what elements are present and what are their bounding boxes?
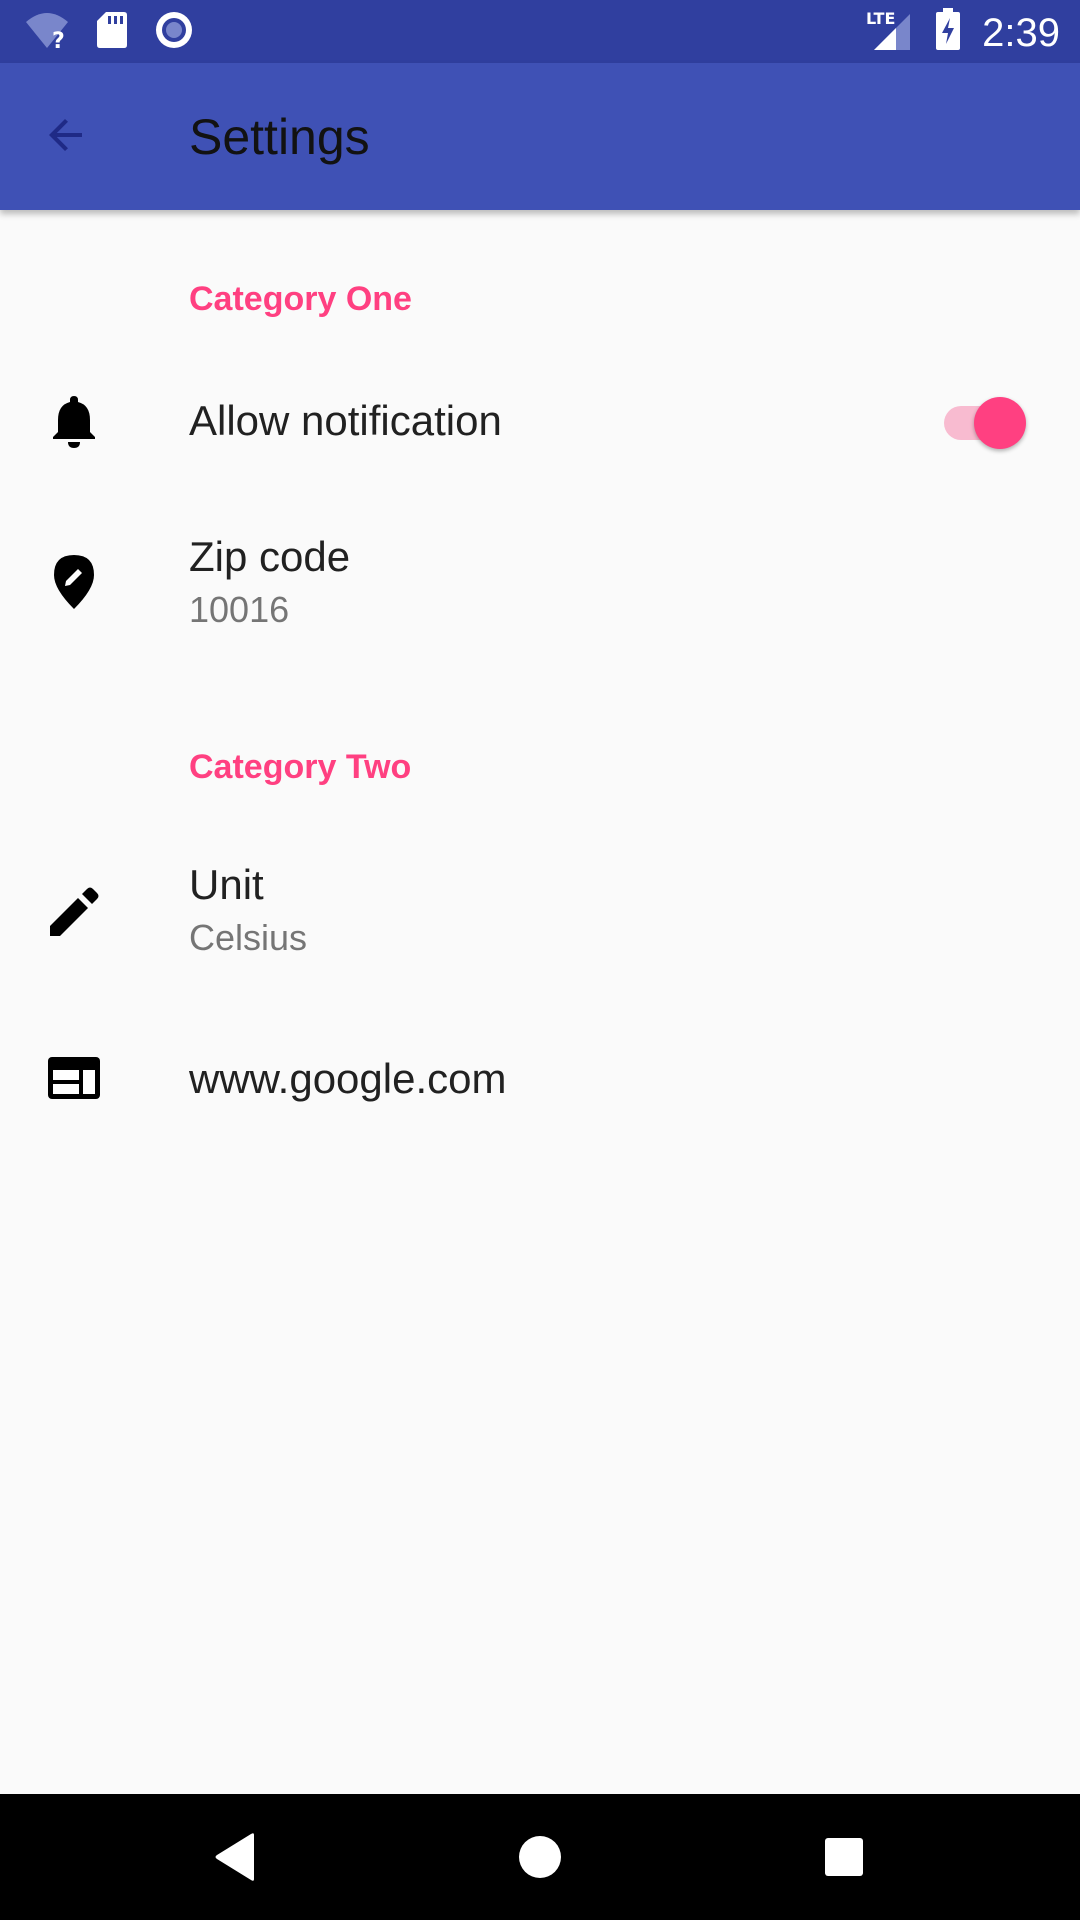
wifi-unknown-icon: ? (24, 10, 70, 55)
pencil-icon (44, 882, 104, 942)
pref-title: www.google.com (189, 1055, 507, 1102)
status-time: 2:39 (982, 10, 1060, 55)
category-two-title: Category Two (189, 748, 412, 786)
notification-switch[interactable] (944, 390, 1028, 450)
pref-unit[interactable]: Unit Celsius (0, 838, 1080, 988)
pref-website[interactable]: www.google.com (0, 1018, 1080, 1138)
pref-zip-code[interactable]: Zip code 10016 (0, 510, 1080, 660)
page-title: Settings (189, 109, 370, 165)
sd-card-icon (96, 10, 128, 55)
back-button[interactable] (30, 101, 102, 173)
status-right-icons: LTE 2:39 (864, 6, 1060, 59)
switch-thumb (974, 397, 1026, 449)
svg-text:?: ? (52, 29, 65, 50)
nav-home-button[interactable] (505, 1824, 575, 1894)
status-left-icons: ? (24, 10, 194, 55)
category-one-title: Category One (189, 280, 412, 318)
navigation-bar (0, 1794, 1080, 1920)
pref-title: Unit (189, 861, 264, 908)
pref-summary: 10016 (189, 589, 290, 630)
back-triangle-icon (212, 1832, 258, 1887)
sync-circle-icon (154, 10, 194, 55)
arrow-back-icon (42, 111, 90, 164)
nav-recents-button[interactable] (809, 1824, 879, 1894)
pref-allow-notification[interactable]: Allow notification (0, 360, 1080, 480)
pref-title: Zip code (189, 533, 351, 580)
status-bar: ? LTE 2:39 (0, 0, 1080, 63)
app-bar: Settings (0, 63, 1080, 210)
pref-title: Allow notification (189, 397, 502, 444)
battery-charging-icon (934, 8, 962, 57)
cell-signal-icon: LTE (864, 6, 914, 59)
home-circle-icon (517, 1834, 563, 1885)
pref-summary: Celsius (189, 917, 308, 958)
web-icon (44, 1048, 104, 1108)
recents-square-icon (823, 1836, 865, 1883)
bell-icon (44, 390, 104, 450)
location-edit-icon (44, 552, 104, 612)
network-label: LTE (866, 9, 895, 28)
nav-back-button[interactable] (200, 1824, 270, 1894)
